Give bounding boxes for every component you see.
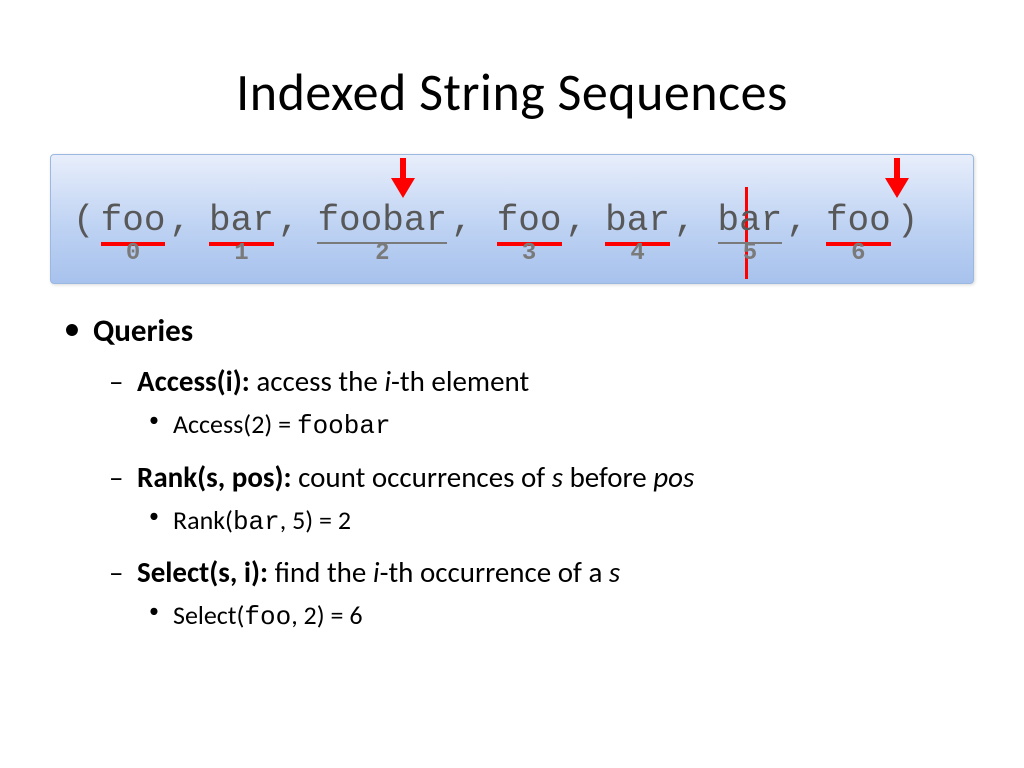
mono-text: bar	[233, 507, 280, 537]
text: Access(2) =	[173, 408, 297, 440]
text: count occurrences of	[298, 459, 552, 495]
token-text: foobar	[317, 200, 447, 244]
comma: ,	[451, 200, 473, 241]
token-text: bar	[718, 200, 783, 244]
token-index: 3	[522, 240, 536, 267]
text: , 2) = 6	[291, 599, 362, 631]
bullet-select: Select(s, i): find the i-th occurrence o…	[65, 551, 974, 593]
close-paren: )	[895, 200, 921, 241]
token-index: 6	[851, 240, 865, 267]
bullet-rank-example: Rank(bar, 5) = 2	[65, 502, 974, 542]
sequence-box: ( foo 0 , bar 1 , foobar 2 , foo 3 , bar…	[50, 154, 974, 284]
italic-i: i	[373, 554, 380, 590]
text: before	[563, 459, 653, 495]
token-index: 0	[126, 240, 140, 267]
text: , 5) = 2	[280, 504, 351, 536]
bullet-list: Queries Access(i): access the i-th eleme…	[65, 309, 974, 637]
comma: ,	[786, 200, 808, 241]
text: access the	[256, 363, 384, 399]
mono-text: foo	[244, 602, 291, 632]
text: -th element	[391, 363, 529, 399]
bullet-access: Access(i): access the i-th element	[65, 360, 974, 402]
slide-title: Indexed String Sequences	[50, 60, 974, 124]
text: -th occurrence of a	[380, 554, 609, 590]
text: Select(	[173, 599, 244, 631]
italic-pos: pos	[653, 459, 694, 495]
arrow-icon	[391, 158, 415, 198]
sequence-item: foobar 2	[317, 200, 447, 244]
bullet-rank: Rank(s, pos): count occurrences of s bef…	[65, 456, 974, 498]
open-paren: (	[71, 200, 97, 241]
comma: ,	[566, 200, 588, 241]
label: Select(s, i):	[137, 554, 275, 590]
italic-s: s	[552, 459, 563, 495]
sequence-row: ( foo 0 , bar 1 , foobar 2 , foo 3 , bar…	[71, 200, 953, 246]
text: find the	[275, 554, 373, 590]
token-index: 2	[375, 240, 389, 267]
sequence-item: foo 0	[101, 200, 166, 246]
token-index: 5	[743, 240, 757, 267]
italic-s: s	[609, 554, 620, 590]
sequence-item: foo 3	[497, 200, 562, 246]
comma: ,	[278, 200, 300, 241]
arrow-icon	[885, 158, 909, 198]
sequence-item: foo 6	[826, 200, 891, 246]
slide: Indexed String Sequences ( foo 0 , bar 1…	[0, 0, 1024, 768]
token-index: 1	[234, 240, 248, 267]
comma: ,	[169, 200, 191, 241]
label: Access(i):	[137, 363, 256, 399]
token-index: 4	[630, 240, 644, 267]
mono-text: foobar	[297, 411, 391, 441]
label: Rank(s, pos):	[137, 459, 298, 495]
bullet-access-example: Access(2) = foobar	[65, 406, 974, 446]
sequence-item: bar 1	[209, 200, 274, 246]
bullet-queries: Queries	[65, 309, 974, 354]
sequence-item: bar 4	[605, 200, 670, 246]
text: Rank(	[173, 504, 233, 536]
sequence-item: bar 5	[718, 200, 783, 244]
bullet-select-example: Select(foo, 2) = 6	[65, 597, 974, 637]
comma: ,	[674, 200, 696, 241]
